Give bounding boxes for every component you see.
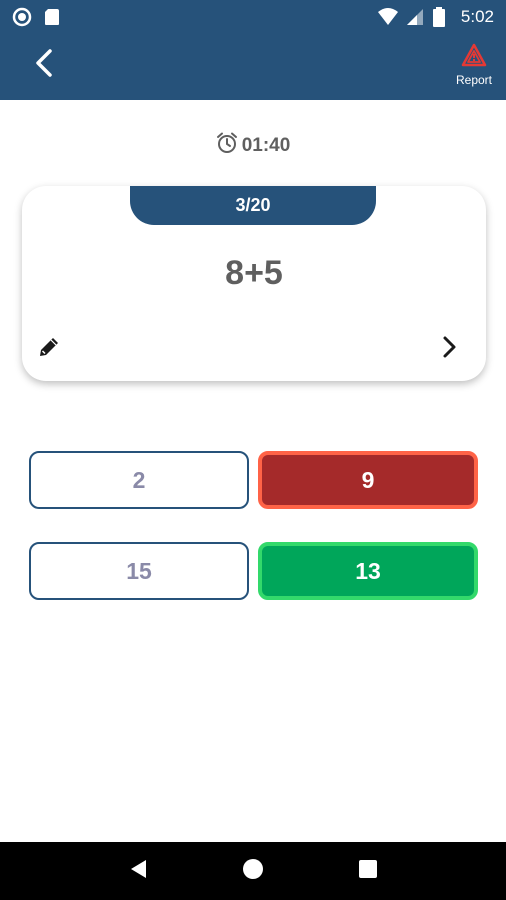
report-label: Report [455, 73, 493, 87]
alarm-clock-icon [216, 132, 238, 160]
timer: 01:40 [0, 132, 506, 160]
answer-option-label: 2 [132, 466, 146, 493]
nav-home-button[interactable] [233, 851, 273, 891]
answer-option-label: 13 [355, 557, 381, 584]
home-circle-icon [242, 858, 264, 884]
answer-option-label: 15 [126, 557, 152, 584]
status-right: 5:02 [377, 6, 494, 27]
question-text: 8+5 [225, 254, 283, 292]
status-time: 5:02 [460, 6, 494, 26]
answer-option-1[interactable]: 2 [29, 451, 249, 509]
nav-recents-button[interactable] [348, 851, 388, 891]
answer-option-4[interactable]: 13 [258, 542, 478, 600]
back-button[interactable] [24, 45, 64, 85]
battery-icon [432, 6, 453, 27]
answer-option-label: 9 [361, 466, 375, 493]
report-button[interactable]: Report [452, 43, 496, 87]
nav-back-button[interactable] [118, 851, 158, 891]
warning-triangle-icon [461, 43, 487, 71]
progress-indicator: 3/20 [130, 186, 376, 225]
circle-notification-icon [12, 7, 32, 27]
progress-text: 3/20 [235, 195, 271, 215]
answer-option-3[interactable]: 15 [29, 542, 249, 600]
recents-square-icon [358, 859, 378, 883]
next-question-button[interactable] [436, 334, 464, 362]
back-triangle-icon [128, 858, 148, 884]
wifi-icon [377, 7, 398, 27]
app-bar: Report [0, 33, 506, 100]
sd-card-icon [42, 7, 62, 27]
chevron-left-icon [33, 48, 55, 82]
status-left [12, 7, 62, 27]
chevron-right-icon [436, 336, 462, 364]
pencil-icon [36, 338, 62, 364]
answer-option-2[interactable]: 9 [258, 451, 478, 509]
edit-button[interactable] [36, 334, 64, 362]
system-nav-bar [0, 842, 506, 900]
timer-value: 01:40 [241, 135, 291, 156]
question-card: 3/20 8+5 [22, 186, 486, 381]
cell-signal-icon [405, 7, 425, 27]
status-bar: 5:02 [0, 0, 506, 33]
